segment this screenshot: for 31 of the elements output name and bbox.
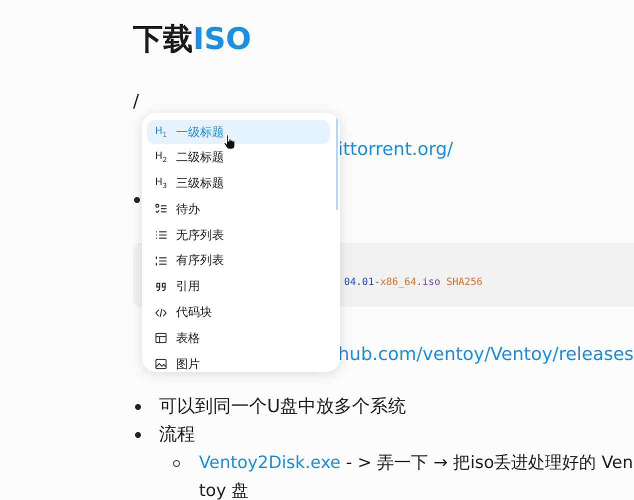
menu-item[interactable]: 代码块 xyxy=(147,300,330,325)
menu-item[interactable]: 表格 xyxy=(147,326,330,350)
heading-icon: H$_{1}$ xyxy=(155,126,173,138)
page-title: 下载ISO xyxy=(133,22,252,58)
menu-item[interactable]: H$_{3}$ 三级标题 xyxy=(147,172,330,196)
menu-item[interactable]: H$_{2}$ 二级标题 xyxy=(147,146,330,170)
list-item-text: 流程 xyxy=(159,423,195,447)
menu-item[interactable]: 图片 xyxy=(147,352,330,372)
list-item-text: 可以到同一个U盘中放多个系统 xyxy=(159,395,406,419)
code-text: 04.01-x86_64.iso SHA256 xyxy=(344,276,483,288)
table-icon xyxy=(155,332,167,344)
menu-item[interactable]: 引用 xyxy=(147,274,330,299)
scrollbar-thumb[interactable] xyxy=(336,118,338,210)
menu-item[interactable]: 有序列表 xyxy=(147,248,330,273)
paragraph-text: / xyxy=(133,90,140,114)
list-icon xyxy=(155,229,167,242)
image-icon xyxy=(155,358,167,370)
bullet-icon xyxy=(135,404,141,410)
heading-icon: H$_{2}$ xyxy=(155,151,173,164)
code-icon xyxy=(155,306,167,319)
hand-cursor-icon xyxy=(223,133,237,150)
bullet-icon xyxy=(173,460,180,467)
menu-item[interactable]: 待办 xyxy=(147,197,330,222)
numbered-list-icon xyxy=(155,254,167,267)
menu-item[interactable]: 无序列表 xyxy=(147,223,330,248)
checklist-icon xyxy=(155,203,167,216)
bullet-icon xyxy=(134,197,140,203)
quote-icon xyxy=(155,280,167,293)
heading-icon: H$_{3}$ xyxy=(155,177,173,190)
bullet-icon xyxy=(135,432,141,438)
list-item-text: Ventoy2Disk.exe - > 弄一下 → 把iso丢进处理好的 Ventoy 盘 xyxy=(199,452,634,500)
